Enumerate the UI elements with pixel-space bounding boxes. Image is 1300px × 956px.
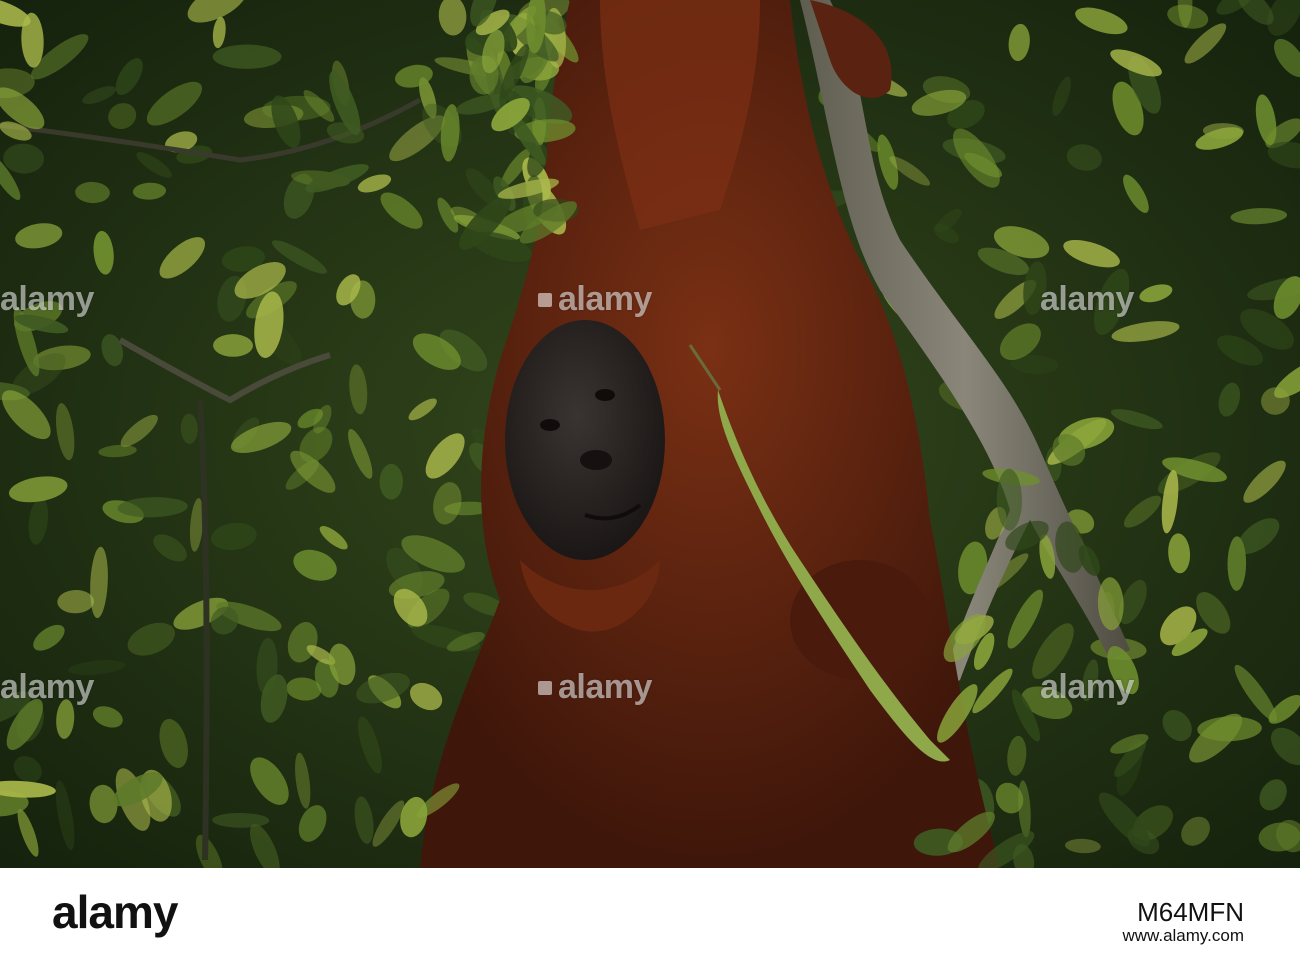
orangutan-photo	[0, 0, 1300, 868]
orangutan-face	[505, 320, 665, 560]
footer-url[interactable]: www.alamy.com	[1122, 926, 1244, 946]
photo: alamy alamy alamy alamy alamy alamy	[0, 0, 1300, 868]
leaf	[379, 463, 403, 500]
alamy-logo[interactable]: alamy	[52, 886, 178, 938]
leaf	[212, 44, 282, 69]
stock-footer: alamy M64MFN www.alamy.com	[0, 868, 1300, 956]
